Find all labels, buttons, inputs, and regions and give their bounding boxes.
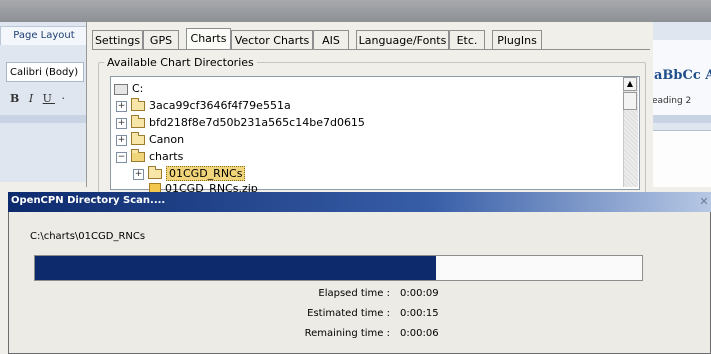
expand-icon[interactable]: + bbox=[116, 117, 127, 129]
folder-icon bbox=[148, 166, 162, 179]
font-name-box[interactable]: Calibri (Body) bbox=[6, 62, 84, 82]
tree-item-folder[interactable]: − charts bbox=[116, 148, 183, 165]
bold-button[interactable]: B bbox=[10, 92, 22, 105]
group-title: Available Chart Directories bbox=[104, 56, 257, 69]
tab-ais[interactable]: AIS bbox=[313, 30, 349, 50]
scroll-up-icon[interactable]: ▲ bbox=[623, 77, 637, 91]
drive-icon bbox=[114, 83, 128, 95]
folder-icon bbox=[131, 132, 145, 145]
remaining-label: Remaining time : bbox=[304, 328, 390, 339]
scan-path: C:\charts\01CGD_RNCs bbox=[30, 231, 146, 242]
tab-settings[interactable]: Settings bbox=[92, 30, 143, 50]
style-sample[interactable]: aBbCc A bbox=[654, 68, 711, 83]
estimated-label: Estimated time : bbox=[307, 308, 390, 319]
tab-charts[interactable]: Charts bbox=[186, 28, 231, 50]
elapsed-label: Elapsed time : bbox=[318, 288, 390, 299]
underline-button[interactable]: U bbox=[43, 92, 55, 105]
tab-language-fonts[interactable]: Language/Fonts bbox=[356, 30, 449, 50]
tab-etc[interactable]: Etc. bbox=[449, 30, 485, 50]
estimated-value: 0:00:15 bbox=[400, 308, 439, 319]
tab-page-layout[interactable]: Page Layout bbox=[0, 26, 88, 45]
folder-icon bbox=[131, 115, 145, 128]
expand-icon[interactable]: + bbox=[133, 168, 144, 180]
tab-vector-charts[interactable]: Vector Charts bbox=[231, 30, 313, 50]
folder-icon bbox=[131, 98, 145, 111]
document-area[interactable] bbox=[652, 130, 711, 187]
collapse-icon[interactable]: − bbox=[116, 151, 127, 163]
tree-item-folder[interactable]: + bfd218f8e7d50b231a565c14be7d0615 bbox=[116, 114, 365, 131]
scroll-thumb[interactable] bbox=[623, 92, 637, 110]
close-icon[interactable]: ✕ bbox=[697, 194, 711, 209]
tree-item-folder[interactable]: +3aca99cf3646f4f79e551a bbox=[116, 97, 291, 114]
style-name: eading 2 bbox=[652, 96, 692, 106]
italic-button[interactable]: I bbox=[29, 92, 36, 105]
tree-item-drive[interactable]: C: bbox=[114, 80, 143, 97]
ribbon-group-label-bar bbox=[0, 115, 86, 123]
format-buttons: B I U · bbox=[10, 92, 68, 105]
elapsed-value: 0:00:09 bbox=[400, 288, 439, 299]
word-titlebar bbox=[0, 0, 711, 22]
ribbon-group-label-bar bbox=[650, 115, 711, 123]
tab-plugins[interactable]: PlugIns bbox=[492, 30, 542, 50]
tab-gps[interactable]: GPS bbox=[143, 30, 179, 50]
progress-bar-fill bbox=[35, 256, 436, 280]
dialog-title: OpenCPN Directory Scan.... bbox=[11, 195, 166, 206]
underline-options-button[interactable]: · bbox=[61, 92, 68, 105]
expand-icon[interactable]: + bbox=[116, 100, 127, 112]
remaining-value: 0:00:06 bbox=[400, 328, 439, 339]
folder-open-icon bbox=[131, 149, 145, 162]
expand-icon[interactable]: + bbox=[116, 134, 127, 146]
tree-item-folder[interactable]: + Canon bbox=[116, 131, 184, 148]
